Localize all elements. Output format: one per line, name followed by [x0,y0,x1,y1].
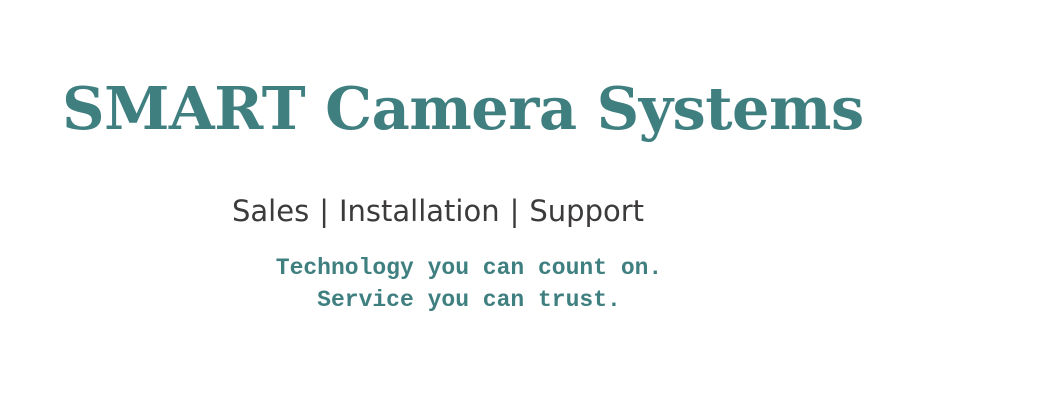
tagline-line-1: Technology you can count on. [275,255,663,281]
service-separator: | [509,194,520,228]
brand-title: SMART Camera Systems [62,74,864,143]
services-line: Sales | Installation | Support [232,190,644,232]
service-installation: Installation [338,194,500,228]
service-sales: Sales [232,194,310,228]
service-separator: | [319,194,329,228]
page: SMART Camera Systems Sales | Installation |… [0,0,1050,403]
tagline-line-2: Service you can trust. [317,287,621,313]
service-support: Support [529,194,645,228]
tagline: Technology you can count on. Service you… [232,252,706,316]
